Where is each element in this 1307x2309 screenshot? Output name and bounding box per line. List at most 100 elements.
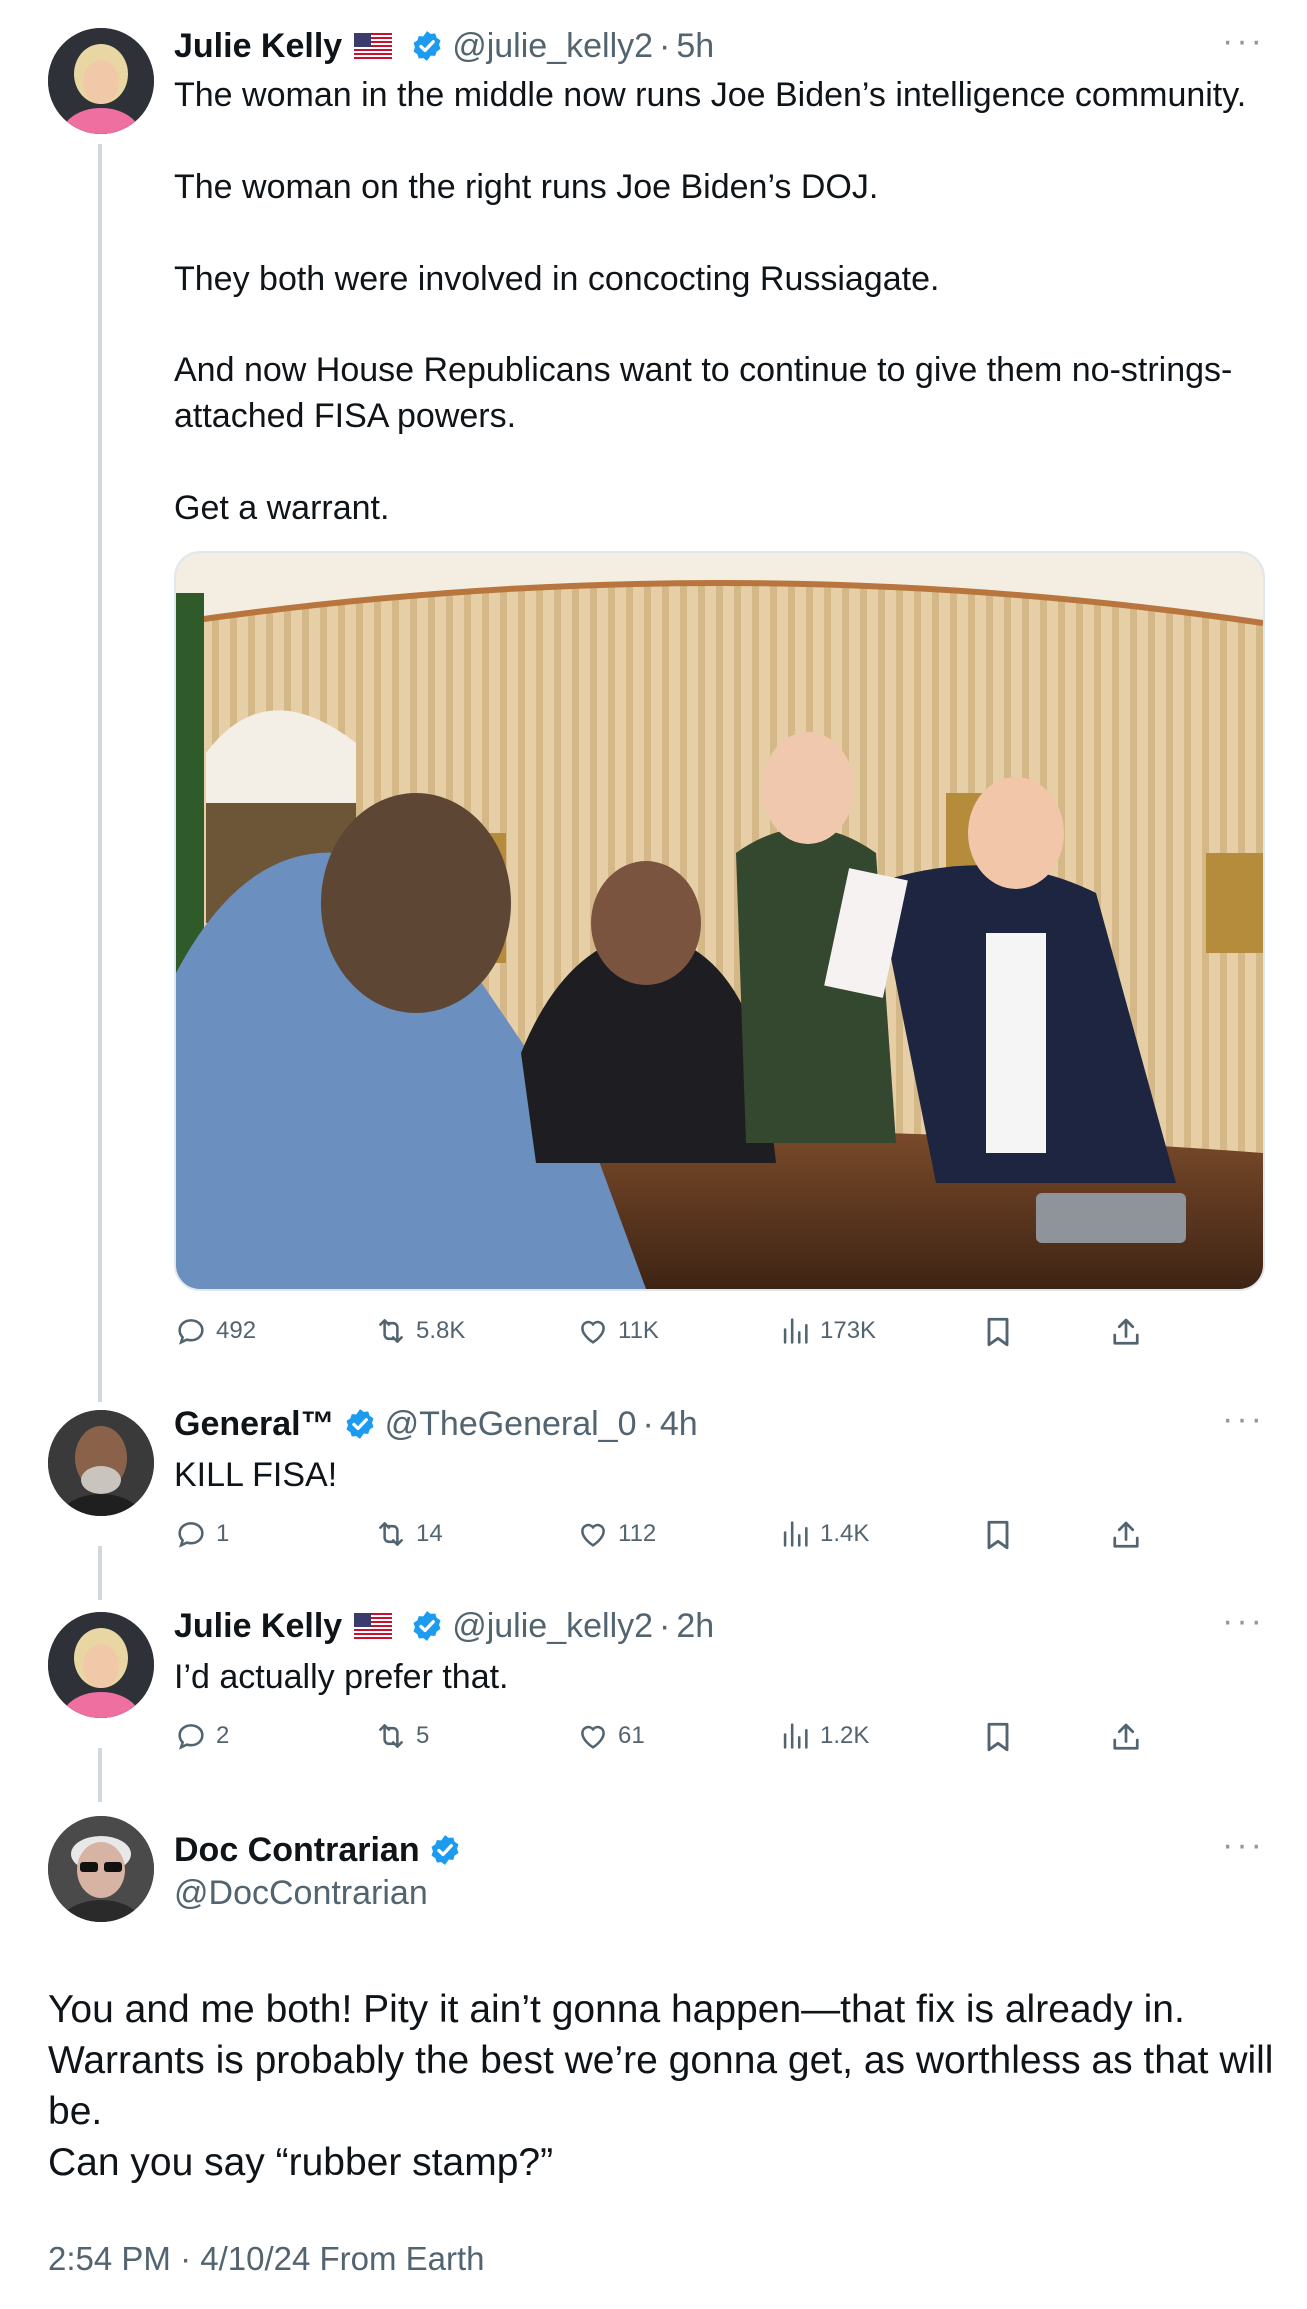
thread-line xyxy=(98,1748,102,1802)
author-name[interactable]: Julie Kelly xyxy=(174,27,342,66)
tweet-text: KILL FISA! xyxy=(174,1456,338,1494)
more-options-icon[interactable]: ··· xyxy=(1222,22,1265,61)
share-icon xyxy=(1108,1719,1144,1755)
repost-icon xyxy=(374,1719,408,1753)
reply-icon xyxy=(174,1719,208,1753)
reply-icon xyxy=(174,1517,208,1551)
avatar[interactable] xyxy=(48,1612,154,1718)
thread-line xyxy=(98,144,102,1402)
like-count: 61 xyxy=(618,1722,645,1749)
share-icon xyxy=(1108,1314,1144,1350)
more-options-icon[interactable]: ··· xyxy=(1222,1400,1265,1439)
main-tweet-text-line: be. xyxy=(48,2090,103,2133)
like-button[interactable]: 112 xyxy=(576,1517,656,1551)
views-icon xyxy=(778,1517,812,1551)
repost-count: 5 xyxy=(416,1722,430,1749)
repost-count: 5.8K xyxy=(416,1317,466,1344)
heart-icon xyxy=(576,1517,610,1551)
repost-button[interactable]: 5 xyxy=(374,1719,429,1753)
avatar[interactable] xyxy=(48,1410,154,1516)
heart-icon xyxy=(576,1314,610,1348)
views-count: 1.4K xyxy=(820,1520,870,1547)
reply-button[interactable]: 2 xyxy=(174,1719,229,1753)
views-icon xyxy=(778,1719,812,1753)
main-tweet-header: Doc Contrarian xyxy=(174,1828,470,1872)
tweet-timestamp[interactable]: 2:54 PM · 4/10/24 From Earth xyxy=(48,2240,485,2278)
tweet-time[interactable]: 5h xyxy=(676,27,714,66)
views-count: 1.2K xyxy=(820,1722,870,1749)
repost-count: 14 xyxy=(416,1520,443,1547)
tweet-time[interactable]: 4h xyxy=(660,1405,698,1444)
more-options-icon[interactable]: ··· xyxy=(1222,1602,1265,1641)
main-tweet-text-line: You and me both! Pity it ain’t gonna hap… xyxy=(48,1988,1185,2031)
like-count: 112 xyxy=(618,1520,657,1547)
tweet-text-line: attached FISA powers. xyxy=(174,397,517,435)
like-button[interactable]: 11K xyxy=(576,1314,659,1348)
bookmark-icon xyxy=(980,1719,1016,1755)
views-icon xyxy=(778,1314,812,1348)
tweet-text-line: Get a warrant. xyxy=(174,489,390,527)
tweet-text: I’d actually prefer that. xyxy=(174,1658,509,1696)
us-flag-icon xyxy=(354,33,392,59)
author-name[interactable]: Doc Contrarian xyxy=(174,1831,420,1870)
like-count: 11K xyxy=(618,1317,659,1344)
tweet-text-line: The woman in the middle now runs Joe Bid… xyxy=(174,76,1247,114)
like-button[interactable]: 61 xyxy=(576,1719,645,1753)
heart-icon xyxy=(576,1719,610,1753)
repost-icon xyxy=(374,1314,408,1348)
thread-line xyxy=(98,1546,102,1600)
author-handle[interactable]: @DocContrarian xyxy=(174,1874,428,1913)
author-name[interactable]: Julie Kelly xyxy=(174,1607,342,1646)
views-button[interactable]: 1.4K xyxy=(778,1517,869,1551)
tweet-photo[interactable] xyxy=(174,551,1265,1291)
tweet-header: General™ @TheGeneral_0 · 4h xyxy=(174,1402,698,1446)
views-button[interactable]: 173K xyxy=(778,1314,876,1348)
reply-count: 2 xyxy=(216,1722,230,1749)
us-flag-icon xyxy=(354,1613,392,1639)
avatar[interactable] xyxy=(48,1816,154,1922)
repost-button[interactable]: 5.8K xyxy=(374,1314,465,1348)
tweet-text-line: They both were involved in concocting Ru… xyxy=(174,260,940,298)
more-options-icon[interactable]: ··· xyxy=(1222,1826,1265,1865)
avatar[interactable] xyxy=(48,28,154,134)
bookmark-icon xyxy=(980,1517,1016,1553)
reply-button[interactable]: 492 xyxy=(174,1314,256,1348)
separator: · xyxy=(642,1404,654,1443)
tweet-actions: 2 5 61 1.2K xyxy=(174,1719,1174,1759)
bookmark-icon xyxy=(980,1314,1016,1350)
author-name[interactable]: General™ xyxy=(174,1405,335,1444)
tweet-header: Julie Kelly @julie_kelly2 · 5h xyxy=(174,24,714,68)
main-tweet-text-line: Warrants is probably the best we’re gonn… xyxy=(48,2039,1274,2082)
author-handle[interactable]: @julie_kelly2 xyxy=(452,27,653,66)
tweet-text-line: And now House Republicans want to contin… xyxy=(174,351,1233,389)
share-button[interactable] xyxy=(1108,1314,1152,1350)
verified-badge-icon xyxy=(410,29,444,63)
reply-count: 492 xyxy=(216,1317,257,1344)
tweet-header: Julie Kelly @julie_kelly2 · 2h xyxy=(174,1604,714,1648)
views-button[interactable]: 1.2K xyxy=(778,1719,869,1753)
share-button[interactable] xyxy=(1108,1517,1152,1553)
tweet-actions: 492 5.8K 11K 173K xyxy=(174,1314,1174,1354)
separator: · xyxy=(659,1606,671,1645)
bookmark-button[interactable] xyxy=(980,1314,1024,1350)
views-count: 173K xyxy=(820,1317,877,1344)
share-button[interactable] xyxy=(1108,1719,1152,1755)
share-icon xyxy=(1108,1517,1144,1553)
author-handle[interactable]: @TheGeneral_0 xyxy=(385,1405,637,1444)
verified-badge-icon xyxy=(428,1833,462,1867)
tweet-text-line: The woman on the right runs Joe Biden’s … xyxy=(174,168,879,206)
bookmark-button[interactable] xyxy=(980,1517,1024,1553)
separator: · xyxy=(659,26,671,65)
verified-badge-icon xyxy=(343,1407,377,1441)
bookmark-button[interactable] xyxy=(980,1719,1024,1755)
tweet-actions: 1 14 112 1.4K xyxy=(174,1517,1174,1557)
reply-icon xyxy=(174,1314,208,1348)
repost-icon xyxy=(374,1517,408,1551)
reply-count: 1 xyxy=(216,1520,230,1547)
author-handle[interactable]: @julie_kelly2 xyxy=(452,1607,653,1646)
main-tweet-text-line: Can you say “rubber stamp?” xyxy=(48,2141,554,2184)
tweet-time[interactable]: 2h xyxy=(676,1607,714,1646)
reply-button[interactable]: 1 xyxy=(174,1517,229,1551)
verified-badge-icon xyxy=(410,1609,444,1643)
repost-button[interactable]: 14 xyxy=(374,1517,443,1551)
